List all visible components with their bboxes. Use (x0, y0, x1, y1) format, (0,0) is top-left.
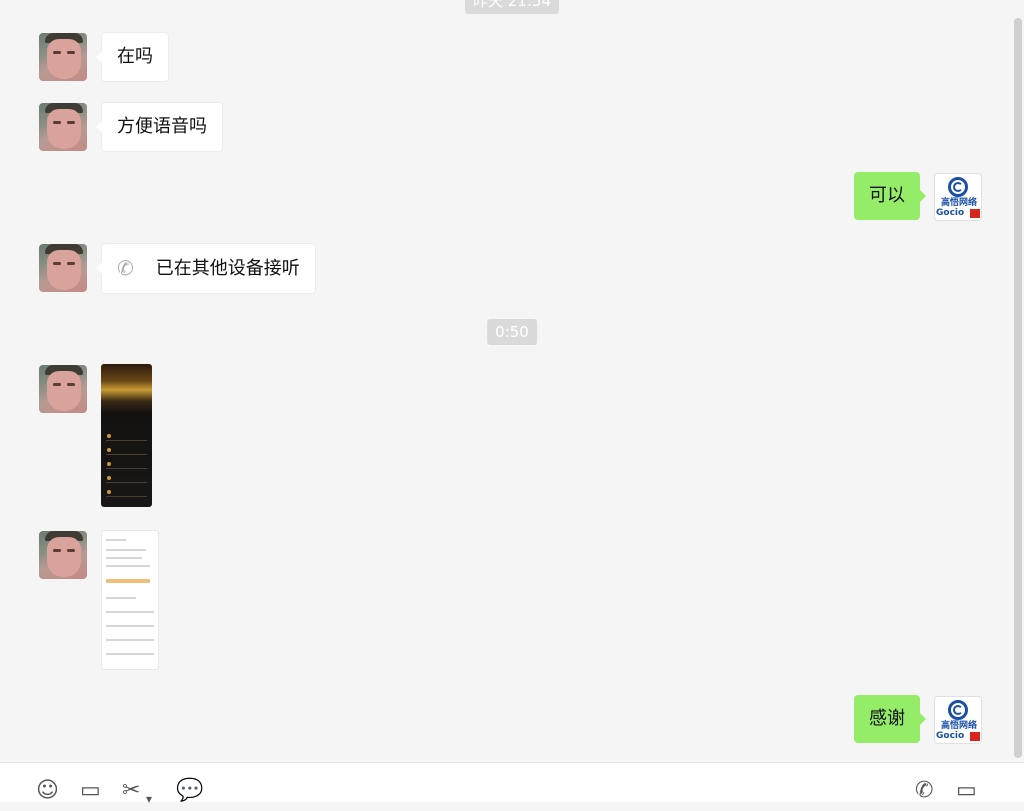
contact-avatar[interactable] (39, 531, 87, 579)
brand-name-en: Gocio (936, 208, 965, 218)
folder-icon[interactable]: ▭ (80, 779, 101, 803)
contact-avatar[interactable] (39, 244, 87, 292)
message-bubble-2[interactable]: 方便语音吗 (96, 102, 223, 152)
brand-name-cn: 高悟网络 (940, 721, 977, 731)
brand-name-cn: 高悟网络 (940, 198, 977, 208)
self-avatar[interactable]: 高悟网络 Gocio (934, 696, 982, 744)
message-bubble-1[interactable]: 在吗 (96, 32, 169, 82)
timestamp-middle: 0:50 (487, 319, 537, 345)
image-message-2[interactable] (101, 530, 159, 670)
chat-message-area[interactable]: 昨天 21:54 在吗 方便语音吗 可以 高悟网络 Gocio ✆ 已在其他设备接… (0, 0, 1024, 762)
chat-scrollbar[interactable] (1014, 18, 1022, 758)
video-icon[interactable]: ▭ (956, 779, 977, 803)
chat-bubble-icon[interactable]: 💬 (176, 779, 203, 803)
chevron-down-icon[interactable]: ▾ (146, 787, 152, 811)
message-bubble-7[interactable]: 感谢 (854, 695, 926, 743)
contact-avatar[interactable] (39, 33, 87, 81)
self-avatar[interactable]: 高悟网络 Gocio (934, 173, 982, 221)
image-message-1[interactable] (101, 364, 152, 507)
chat-toolbar: ☺ ▭ ✂ ▾ 💬 ✆ ▭ (0, 762, 1024, 806)
phone-icon[interactable]: ✆ (915, 779, 933, 803)
phone-icon: ✆ (117, 256, 134, 280)
scissors-icon[interactable]: ✂ (122, 779, 140, 803)
timestamp-top: 昨天 21:54 (465, 0, 559, 14)
contact-avatar[interactable] (39, 365, 87, 413)
message-bubble-3[interactable]: 可以 (854, 172, 926, 220)
contact-avatar[interactable] (39, 103, 87, 151)
emoji-icon[interactable]: ☺ (36, 779, 59, 803)
brand-name-en: Gocio (936, 731, 965, 741)
call-status-text: 已在其他设备接听 (155, 258, 300, 279)
voice-call-record[interactable]: ✆ 已在其他设备接听 (96, 243, 316, 294)
